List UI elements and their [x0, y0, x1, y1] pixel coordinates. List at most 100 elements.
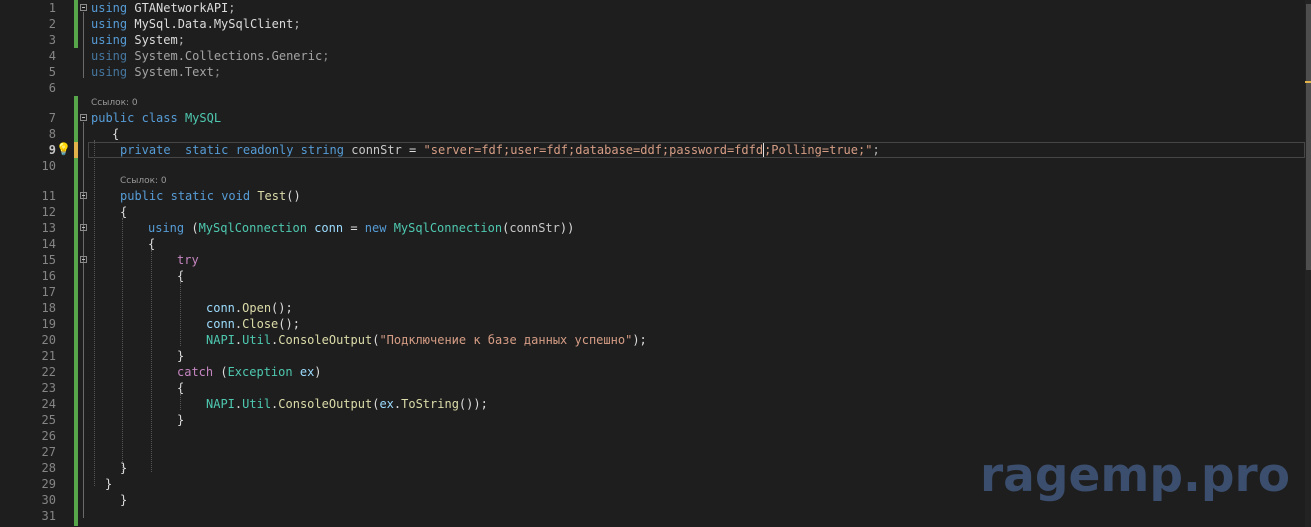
code-line[interactable]: {	[0, 126, 1305, 142]
code-line[interactable]: conn.Open();	[0, 300, 1305, 316]
punctuation: ();	[271, 301, 293, 315]
code-line[interactable]: {	[0, 204, 1305, 220]
punctuation: ();	[278, 317, 300, 331]
code-line-current[interactable]: private static readonly string connStr =…	[0, 142, 1305, 158]
line-number: 10	[41, 159, 56, 173]
variable: conn	[206, 317, 235, 331]
code-editor[interactable]: 1 2 3 4 5 6 7 8 9 10 11 12 13 14 15 16 1…	[0, 0, 1311, 527]
code-line[interactable]: catch (Exception ex)	[0, 364, 1305, 380]
type-name: MySqlConnection	[393, 221, 503, 235]
keyword: using	[148, 221, 185, 235]
code-line[interactable]: }	[0, 412, 1305, 428]
punctuation: ;	[228, 1, 236, 15]
brace: }	[120, 493, 128, 507]
control-keyword: try	[177, 253, 199, 267]
keyword: using	[91, 17, 128, 31]
keyword: using	[91, 1, 128, 15]
keyword: public	[120, 189, 164, 203]
punctuation: (	[184, 221, 199, 235]
namespace: MySql.Data.MySqlClient	[134, 17, 294, 31]
brace: }	[120, 461, 128, 475]
method-name: Test	[257, 189, 287, 203]
keyword: readonly	[235, 143, 294, 157]
brace: }	[177, 413, 185, 427]
keyword: private	[120, 143, 171, 157]
keyword: using	[91, 65, 128, 79]
brace: {	[148, 237, 156, 251]
operator: =	[401, 143, 424, 157]
code-line[interactable]: {	[0, 236, 1305, 252]
field-name: connStr	[509, 221, 560, 235]
variable: conn	[206, 301, 235, 315]
keyword: string	[300, 143, 345, 157]
code-line[interactable]: }	[0, 348, 1305, 364]
string-literal: "Подключение к базе данных успешно"	[379, 333, 633, 347]
keyword: class	[141, 111, 178, 125]
string-literal: ;Polling=true;"	[764, 143, 873, 157]
keyword: using	[91, 49, 128, 63]
method-name: ConsoleOutput	[278, 333, 373, 347]
punctuation: ;	[213, 65, 222, 79]
scrollbar-change-marker	[1305, 81, 1311, 83]
type-name: NAPI	[206, 397, 235, 411]
punctuation: )	[314, 365, 322, 379]
brace: {	[177, 269, 185, 283]
code-line[interactable]: public class MySQL	[0, 110, 1305, 126]
keyword: new	[364, 221, 387, 235]
control-keyword: catch	[177, 365, 214, 379]
class-name: MySQL	[184, 111, 222, 125]
namespace: GTANetworkAPI	[134, 1, 229, 15]
brace: }	[177, 349, 185, 363]
line-number: 6	[48, 81, 56, 95]
punctuation: (	[213, 365, 228, 379]
method-name: ConsoleOutput	[278, 397, 373, 411]
namespace: System.Text	[134, 65, 214, 79]
variable: ex	[379, 397, 394, 411]
type-name: Exception	[227, 365, 293, 379]
brace: {	[120, 205, 128, 219]
code-line[interactable]: try	[0, 252, 1305, 268]
type-name: MySqlConnection	[198, 221, 307, 235]
line-number: 27	[41, 445, 56, 459]
line-number: 26	[41, 429, 56, 443]
punctuation: ;	[322, 49, 330, 63]
code-line[interactable]: using (MySqlConnection conn = new MySqlC…	[0, 220, 1305, 236]
punctuation: ))	[559, 221, 575, 235]
code-line-unused[interactable]: using System.Text;	[0, 64, 1305, 80]
code-line[interactable]: NAPI.Util.ConsoleOutput(ex.ToString());	[0, 396, 1305, 412]
method-name: Open	[242, 301, 272, 315]
keyword: public	[91, 111, 135, 125]
keyword: static	[185, 143, 229, 157]
keyword: static	[170, 189, 214, 203]
method-name: ToString	[401, 397, 459, 411]
punctuation: ;	[872, 143, 880, 157]
code-line[interactable]: using GTANetworkAPI;	[0, 0, 1305, 16]
code-lens-references[interactable]: Ссылок: 0	[91, 96, 138, 110]
field-name: connStr	[351, 143, 402, 157]
scrollbar-thumb[interactable]	[1306, 4, 1311, 270]
punctuation: ;	[293, 17, 301, 31]
code-line[interactable]: conn.Close();	[0, 316, 1305, 332]
variable: conn	[314, 221, 344, 235]
namespace: System	[134, 33, 178, 47]
namespace: System.Collections.Generic	[134, 49, 323, 63]
code-line[interactable]: using MySql.Data.MySqlClient;	[0, 16, 1305, 32]
code-line-unused[interactable]: using System.Collections.Generic;	[0, 48, 1305, 64]
watermark: ragemp.pro	[980, 448, 1290, 503]
code-lens-references[interactable]: Ссылок: 0	[120, 174, 167, 188]
code-line[interactable]: NAPI.Util.ConsoleOutput("Подключение к б…	[0, 332, 1305, 348]
code-line[interactable]: using System;	[0, 32, 1305, 48]
type-name: Util	[242, 397, 272, 411]
code-line[interactable]: public static void Test()	[0, 188, 1305, 204]
line-number: 17	[41, 285, 56, 299]
keyword: using	[91, 33, 128, 47]
brace: {	[177, 381, 185, 395]
type-name: Util	[242, 333, 272, 347]
code-line[interactable]: {	[0, 380, 1305, 396]
brace: }	[105, 477, 113, 491]
line-number: 31	[41, 509, 56, 523]
punctuation: ;	[177, 33, 185, 47]
operator: =	[343, 221, 365, 235]
punctuation: ());	[458, 397, 488, 411]
code-line[interactable]: {	[0, 268, 1305, 284]
